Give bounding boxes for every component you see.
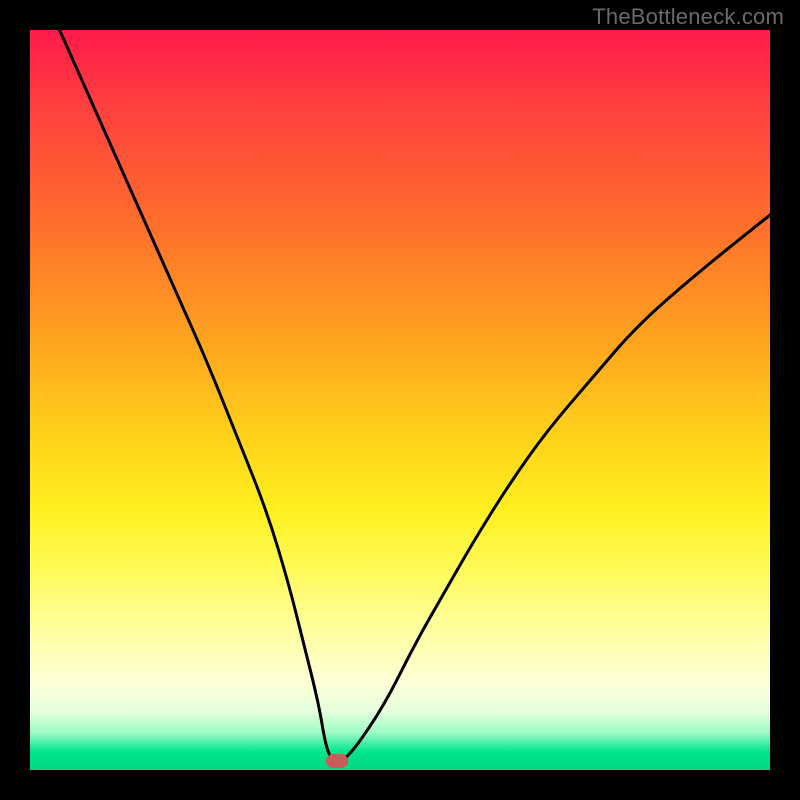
curve-path <box>60 30 770 763</box>
bottleneck-curve <box>30 30 770 770</box>
plot-outer <box>30 30 770 770</box>
optimal-point-marker <box>326 754 348 768</box>
watermark-text: TheBottleneck.com <box>592 4 784 30</box>
chart-frame: TheBottleneck.com <box>0 0 800 800</box>
